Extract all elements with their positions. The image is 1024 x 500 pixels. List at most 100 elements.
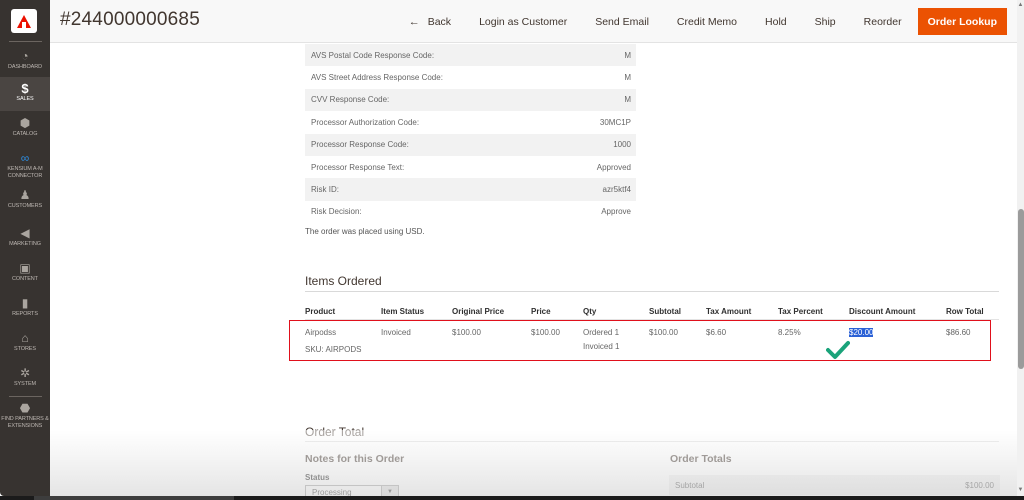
adobe-commerce-logo[interactable] xyxy=(11,9,37,33)
send-email-button[interactable]: Send Email xyxy=(581,8,663,35)
info-label: Risk Decision: xyxy=(311,207,362,217)
totals-value: $100.00 xyxy=(965,480,994,490)
info-row: CVV Response Code: M xyxy=(305,88,636,112)
status-label: Status xyxy=(305,473,330,482)
chain-link-icon: ∞ xyxy=(20,151,30,165)
sidebar-item-label: CONTENT xyxy=(12,276,38,282)
box-icon: ⬢ xyxy=(19,116,31,130)
info-value: 30MC1P xyxy=(599,117,631,127)
section-divider xyxy=(305,291,999,292)
sidebar-item-dashboard[interactable]: ◔ DASHBOARD xyxy=(0,48,50,74)
column-header: Tax Amount xyxy=(706,307,752,316)
storefront-icon: ⌂ xyxy=(21,331,29,345)
page-title: #244000000685 xyxy=(60,9,200,30)
order-actions-toolbar: ← Back Login as Customer Send Email Cred… xyxy=(395,8,1007,35)
column-header: Row Total xyxy=(946,307,984,316)
back-button[interactable]: ← Back xyxy=(395,8,465,35)
gear-icon: ✲ xyxy=(19,366,31,380)
sidebar-item-label: DASHBOARD xyxy=(8,64,42,70)
totals-label: Subtotal xyxy=(675,480,705,490)
currency-note: The order was placed using USD. xyxy=(305,227,425,236)
layout-icon: ▣ xyxy=(19,261,31,275)
column-header: Tax Percent xyxy=(778,307,823,316)
info-row: Risk ID: azr5ktf4 xyxy=(305,178,636,201)
sidebar-item-find-partners[interactable]: ⬣ FIND PARTNERS & EXTENSIONS xyxy=(0,402,50,434)
page-header: #244000000685 ← Back Login as Customer S… xyxy=(50,0,1024,43)
column-header: Item Status xyxy=(381,307,425,316)
info-value: azr5ktf4 xyxy=(602,185,631,195)
sidebar-item-system[interactable]: ✲ SYSTEM xyxy=(0,367,50,393)
order-totals-title: Order Totals xyxy=(670,453,732,465)
column-header: Discount Amount xyxy=(849,307,916,316)
info-row: Processor Response Text: Approved xyxy=(305,156,636,178)
bottom-bar-segment xyxy=(34,496,234,500)
ship-button[interactable]: Ship xyxy=(801,8,850,35)
scroll-down-arrow-icon[interactable]: ▼ xyxy=(1017,487,1024,495)
info-label: Processor Response Text: xyxy=(311,162,405,172)
annotation-highlight-box xyxy=(289,320,991,361)
order-total-title: Order Total xyxy=(305,425,365,439)
column-header: Product xyxy=(305,307,336,316)
section-divider xyxy=(305,441,999,442)
items-ordered-title: Items Ordered xyxy=(305,274,382,288)
sidebar-item-marketing[interactable]: ◀ MARKETING xyxy=(0,227,50,253)
order-lookup-button[interactable]: Order Lookup xyxy=(917,8,1007,35)
sidebar-item-customers[interactable]: ♟ CUSTOMERS xyxy=(0,189,50,215)
info-row: Processor Response Code: 1000 xyxy=(305,133,636,156)
info-label: AVS Street Address Response Code: xyxy=(311,73,443,83)
megaphone-icon: ◀ xyxy=(20,226,30,240)
sidebar-item-label: SYSTEM xyxy=(13,381,36,387)
info-value: Approved xyxy=(596,162,631,172)
sidebar-item-sales[interactable]: $ SALES xyxy=(0,77,50,111)
info-value: M xyxy=(624,95,631,105)
totals-row: Subtotal $100.00 xyxy=(669,475,1000,495)
sidebar-item-kensium-connector[interactable]: ∞ KENSIUM A-M CONNECTOR xyxy=(0,152,50,184)
info-label: Risk ID: xyxy=(311,185,339,195)
info-label: CVV Response Code: xyxy=(311,95,390,105)
sidebar-item-label: STORES xyxy=(14,346,36,352)
hold-button[interactable]: Hold xyxy=(751,8,801,35)
info-value: 1000 xyxy=(613,140,631,150)
info-value: Approve xyxy=(601,207,631,217)
dollar-icon: $ xyxy=(21,80,29,96)
sidebar-item-content[interactable]: ▣ CONTENT xyxy=(0,262,50,288)
sidebar-item-reports[interactable]: ▮ REPORTS xyxy=(0,297,50,323)
sidebar-item-catalog[interactable]: ⬢ CATALOG xyxy=(0,117,50,143)
scroll-up-arrow-icon[interactable]: ▲ xyxy=(1017,2,1024,10)
info-value: M xyxy=(624,73,631,83)
sidebar-item-label: SALES xyxy=(16,96,34,102)
login-as-customer-button[interactable]: Login as Customer xyxy=(465,8,581,35)
sidebar-item-label: CUSTOMERS xyxy=(7,203,43,209)
info-row: AVS Postal Code Response Code: M xyxy=(305,44,636,67)
cube-icon: ⬣ xyxy=(19,401,31,415)
sidebar-item-label: MARKETING xyxy=(9,241,41,247)
info-label: Processor Authorization Code: xyxy=(311,117,420,127)
sidebar-item-label: FIND PARTNERS & EXTENSIONS xyxy=(1,416,49,429)
info-label: Processor Response Code: xyxy=(311,140,409,150)
sidebar-item-label: CATALOG xyxy=(12,131,38,137)
bar-chart-icon: ▮ xyxy=(21,296,29,310)
dashboard-icon: ◔ xyxy=(21,49,29,63)
info-row: Risk Decision: Approve xyxy=(305,201,636,223)
column-header: Qty xyxy=(583,307,597,316)
info-row: AVS Street Address Response Code: M xyxy=(305,66,636,88)
adobe-logo-icon xyxy=(17,14,31,28)
sidebar-item-stores[interactable]: ⌂ STORES xyxy=(0,332,50,358)
sidebar-item-label: KENSIUM A-M CONNECTOR xyxy=(7,166,43,179)
credit-memo-button[interactable]: Credit Memo xyxy=(663,8,751,35)
scrollbar-thumb[interactable] xyxy=(1018,209,1024,369)
sidebar-divider xyxy=(9,396,42,397)
reorder-button[interactable]: Reorder xyxy=(850,8,916,35)
payment-info-table: AVS Postal Code Response Code: M AVS Stre… xyxy=(305,44,636,223)
info-row: Processor Authorization Code: 30MC1P xyxy=(305,111,636,133)
back-label: Back xyxy=(427,15,452,28)
person-icon: ♟ xyxy=(19,188,31,202)
sidebar-divider xyxy=(9,41,42,42)
info-value: M xyxy=(624,50,631,60)
notes-title: Notes for this Order xyxy=(305,453,405,465)
column-header: Original Price xyxy=(452,307,505,316)
sidebar-item-label: REPORTS xyxy=(12,311,38,317)
arrow-left-icon: ← xyxy=(408,15,420,28)
admin-sidebar: ◔ DASHBOARD $ SALES ⬢ CATALOG ∞ KENSIUM … xyxy=(0,0,50,496)
column-header: Subtotal xyxy=(649,307,681,316)
